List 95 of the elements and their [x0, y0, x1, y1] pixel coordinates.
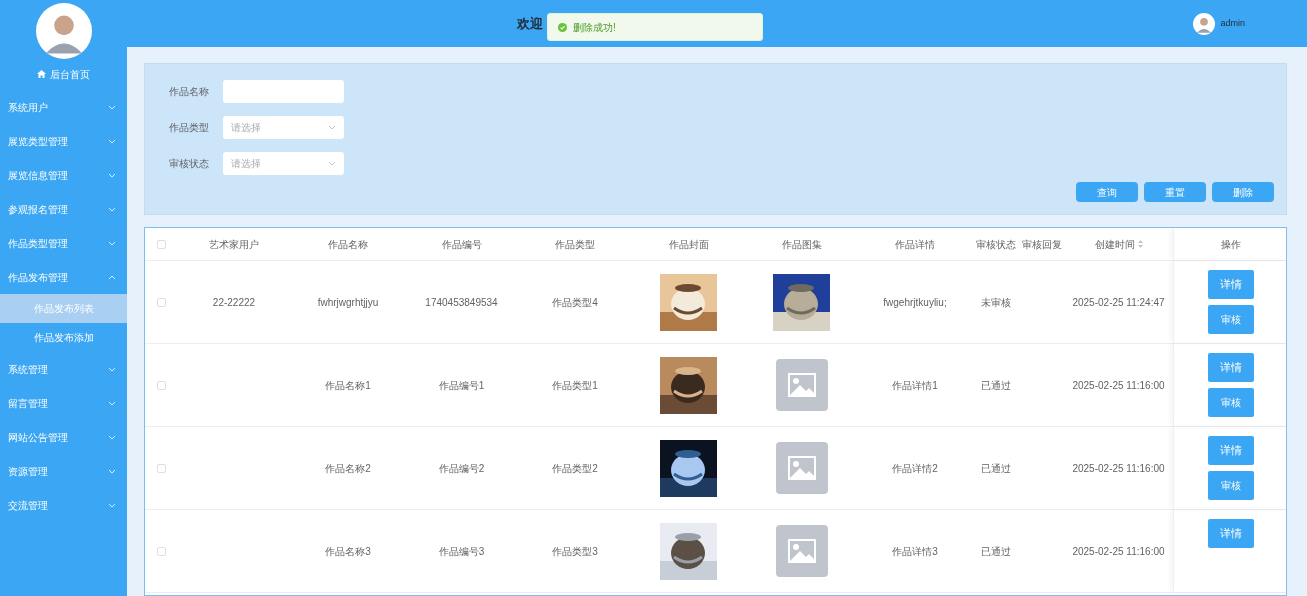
chevron-down-icon: [328, 124, 336, 130]
table-cell-text: 作品类型1: [552, 378, 598, 393]
chevron-up-icon: [108, 274, 116, 280]
row-action-button[interactable]: 审核: [1208, 388, 1254, 417]
column-header: 操作: [1221, 237, 1241, 252]
image-placeholder-icon: [775, 359, 828, 411]
chevron-down-icon: [108, 138, 116, 144]
row-action-button[interactable]: 详情: [1208, 270, 1254, 299]
table-cell-text: 作品编号2: [438, 461, 485, 476]
submenu-item[interactable]: 作品发布列表: [0, 294, 127, 323]
table-cell-text: 作品详情1: [892, 378, 938, 393]
home-icon: [37, 70, 46, 78]
row-checkbox[interactable]: [156, 380, 166, 390]
submenu-item[interactable]: 作品发布添加: [0, 323, 127, 352]
menu-item[interactable]: 作品类型管理: [0, 226, 127, 260]
table-cell-text: 作品详情3: [892, 544, 938, 559]
row-action-button[interactable]: 详情: [1208, 353, 1254, 382]
chevron-down-icon: [108, 104, 116, 110]
chevron-down-icon: [108, 206, 116, 212]
chevron-down-icon: [108, 434, 116, 440]
select-field[interactable]: 请选择: [223, 151, 344, 175]
table-cell-text: 2025-02-25 11:16:00: [1072, 378, 1165, 393]
table-cell-text: 2025-02-25 11:24:47: [1072, 295, 1165, 310]
row-action-button[interactable]: 详情: [1208, 519, 1254, 548]
table-cell-text: 作品类型4: [552, 295, 598, 310]
chevron-down-icon: [108, 468, 116, 474]
table-cell-text: 已通过: [980, 378, 1011, 393]
column-header: 作品图集: [781, 237, 822, 252]
success-toast: 删除成功!: [547, 13, 763, 41]
avatar-icon: [1193, 12, 1216, 35]
row-checkbox[interactable]: [156, 297, 166, 307]
field-label: 审核状态: [169, 156, 210, 171]
field-label: 作品类型: [169, 120, 210, 135]
row-action-button[interactable]: 审核: [1208, 471, 1254, 500]
column-header: 审核回复: [1021, 237, 1062, 252]
menu-item[interactable]: 留言管理: [0, 386, 127, 420]
table-cell-text: 作品编号1: [438, 378, 485, 393]
row-checkbox[interactable]: [156, 463, 166, 473]
field-label: 作品名称: [169, 84, 210, 99]
table-cell-text: 已通过: [980, 461, 1011, 476]
action-button[interactable]: 重置: [1144, 182, 1206, 202]
table-cell-text: 作品名称1: [325, 378, 371, 393]
row-action-button[interactable]: 审核: [1208, 305, 1254, 334]
select-field[interactable]: 请选择: [223, 115, 344, 139]
chevron-down-icon: [108, 400, 116, 406]
column-header: 创建时间: [1094, 237, 1135, 252]
home-link[interactable]: 后台首页: [0, 62, 127, 86]
chevron-down-icon: [108, 240, 116, 246]
menu-item[interactable]: 参观报名管理: [0, 192, 127, 226]
table-cell-text: 作品名称3: [325, 544, 371, 559]
table-cell-text: 未审核: [980, 295, 1011, 310]
input-field[interactable]: [223, 79, 344, 103]
chevron-down-icon: [108, 366, 116, 372]
table-cell-text: 2025-02-25 11:16:00: [1072, 544, 1165, 559]
table-cell-text: 作品详情2: [892, 461, 938, 476]
column-header: 作品封面: [668, 237, 709, 252]
table-cell-text: 作品编号3: [438, 544, 485, 559]
menu-item[interactable]: 展览类型管理: [0, 124, 127, 158]
table-cell-text: 2025-02-25 11:16:00: [1072, 461, 1165, 476]
table-cell-text: fwgehrjtkuyliu;: [883, 295, 947, 310]
menu-item[interactable]: 资源管理: [0, 454, 127, 488]
avatar-icon: [35, 3, 92, 59]
menu-item[interactable]: 作品发布管理: [0, 260, 127, 294]
image-placeholder-icon: [775, 442, 828, 494]
table-cell-text: fwhrjwgrhtjjyu: [317, 295, 379, 310]
action-button[interactable]: 删除: [1212, 182, 1274, 202]
column-header: 作品名称: [328, 237, 368, 252]
table-cell-text: 已通过: [980, 544, 1011, 559]
row-checkbox[interactable]: [156, 546, 166, 556]
menu-item[interactable]: 交流管理: [0, 488, 127, 522]
column-header: 作品详情: [895, 237, 935, 252]
table-cell-text: 作品类型2: [552, 461, 598, 476]
table-cell-text: 22-22222: [212, 295, 256, 310]
table-cell-text: 1740453849534: [425, 295, 498, 310]
table-cell-text: 作品类型3: [552, 544, 598, 559]
column-header: 作品编号: [441, 237, 482, 252]
page-title: 欢迎: [517, 14, 543, 33]
menu-item[interactable]: 系统管理: [0, 352, 127, 386]
chevron-down-icon: [108, 172, 116, 178]
action-button[interactable]: 查询: [1076, 182, 1138, 202]
menu-item[interactable]: 网站公告管理: [0, 420, 127, 454]
column-header: 作品类型: [555, 237, 595, 252]
select-all-checkbox[interactable]: [156, 239, 166, 249]
image-placeholder-icon: [775, 525, 828, 577]
table-cell-text: 作品名称2: [325, 461, 371, 476]
column-header: 艺术家用户: [209, 237, 259, 252]
chevron-down-icon: [328, 160, 336, 166]
sort-icon[interactable]: [1137, 240, 1143, 248]
username: admin: [1220, 16, 1245, 30]
chevron-down-icon: [108, 502, 116, 508]
success-icon: [558, 22, 567, 32]
menu-item[interactable]: 展览信息管理: [0, 158, 127, 192]
menu-item[interactable]: 系统用户: [0, 90, 127, 124]
row-action-button[interactable]: 详情: [1208, 436, 1254, 465]
column-header: 审核状态: [975, 237, 1016, 252]
